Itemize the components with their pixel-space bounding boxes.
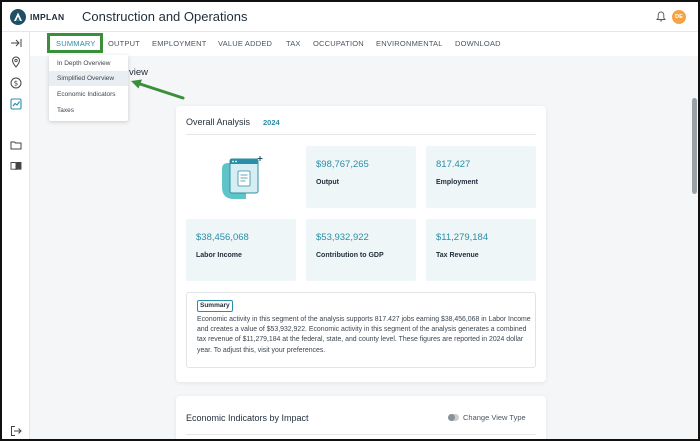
summary-text: Economic activity in this segment of the… xyxy=(197,316,531,354)
menu-item-in-depth-overview[interactable]: In Depth Overview xyxy=(49,56,128,71)
employment-value: 817.427 xyxy=(436,159,471,170)
tab-value-added[interactable]: VALUE ADDED xyxy=(218,39,272,48)
menu-item-economic-indicators[interactable]: Economic Indicators xyxy=(49,87,128,102)
left-rail: $ xyxy=(2,32,30,439)
avatar[interactable]: DE xyxy=(672,10,686,24)
chart-icon[interactable] xyxy=(10,98,22,110)
divider xyxy=(186,134,536,135)
logo-text: IMPLAN xyxy=(30,12,65,22)
view-type-toggle[interactable] xyxy=(448,414,459,421)
dollar-icon[interactable]: $ xyxy=(10,77,22,89)
summary-tag: Summary xyxy=(197,300,233,312)
card-title: Overall Analysis xyxy=(186,117,251,127)
scrollbar[interactable] xyxy=(692,98,697,194)
logout-icon[interactable] xyxy=(10,425,22,437)
labor-income-value: $38,456,068 xyxy=(196,232,249,243)
tax-revenue-value: $11,279,184 xyxy=(436,232,489,243)
app-window: IMPLAN Construction and Operations DE $ xyxy=(0,0,700,441)
book-icon[interactable] xyxy=(10,160,22,172)
implan-logo-icon xyxy=(10,9,26,25)
tab-employment[interactable]: EMPLOYMENT xyxy=(152,39,207,48)
overall-analysis-card: Overall Analysis 2024 $98,767,265 Output… xyxy=(176,106,546,382)
output-label: Output xyxy=(316,179,339,186)
menu-item-simplified-overview[interactable]: Simplified Overview xyxy=(49,71,128,86)
economic-indicators-card: Economic Indicators by Impact Change Vie… xyxy=(176,396,546,439)
labor-income-tile: $38,456,068 Labor Income xyxy=(186,219,296,281)
card-title: Economic Indicators by Impact xyxy=(186,413,309,423)
tab-bar: SUMMARY OUTPUT EMPLOYMENT VALUE ADDED TA… xyxy=(30,32,698,56)
year-badge: 2024 xyxy=(263,118,280,127)
annotation-highlight-box xyxy=(47,33,103,53)
labor-income-label: Labor Income xyxy=(196,252,242,259)
tab-tax[interactable]: TAX xyxy=(286,39,301,48)
output-tile: $98,767,265 Output xyxy=(306,146,416,208)
annotation-arrow-icon xyxy=(131,79,185,100)
section-heading-fragment: view xyxy=(129,67,149,78)
top-header: IMPLAN Construction and Operations DE xyxy=(2,2,698,32)
page-title: Construction and Operations xyxy=(82,9,248,24)
summary-dropdown-menu: In Depth Overview Simplified Overview Ec… xyxy=(49,55,128,121)
tax-revenue-tile: $11,279,184 Tax Revenue xyxy=(426,219,536,281)
output-value: $98,767,265 xyxy=(316,159,369,170)
gdp-value: $53,932,922 xyxy=(316,232,369,243)
folder-icon[interactable] xyxy=(10,139,22,151)
tab-environmental[interactable]: ENVIRONMENTAL xyxy=(376,39,443,48)
menu-item-taxes[interactable]: Taxes xyxy=(49,103,128,118)
gdp-label: Contribution to GDP xyxy=(316,252,384,259)
location-pin-icon[interactable] xyxy=(10,56,22,68)
tax-revenue-label: Tax Revenue xyxy=(436,252,479,259)
svg-text:$: $ xyxy=(14,80,18,88)
tab-output[interactable]: OUTPUT xyxy=(108,39,140,48)
report-document-icon xyxy=(222,156,263,199)
contribution-to-gdp-tile: $53,932,922 Contribution to GDP xyxy=(306,219,416,281)
bell-icon[interactable] xyxy=(656,11,666,22)
tab-occupation[interactable]: OCCUPATION xyxy=(313,39,364,48)
change-view-type-label[interactable]: Change View Type xyxy=(463,413,526,422)
divider xyxy=(186,434,536,435)
employment-label: Employment xyxy=(436,179,479,186)
expand-arrow-icon[interactable] xyxy=(10,37,22,49)
employment-tile: 817.427 Employment xyxy=(426,146,536,208)
summary-box: Summary Economic activity in this segmen… xyxy=(186,292,536,368)
tab-download[interactable]: DOWNLOAD xyxy=(455,39,501,48)
